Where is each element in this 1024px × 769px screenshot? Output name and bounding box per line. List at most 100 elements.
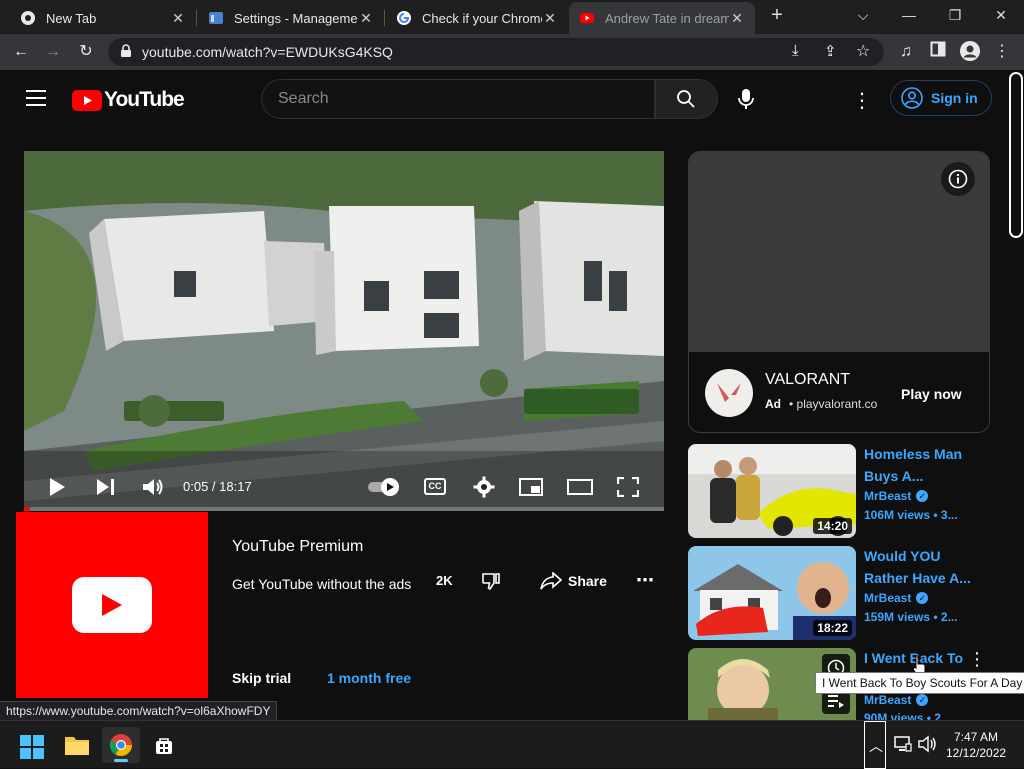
related-thumbnail[interactable]: 14:20 bbox=[688, 444, 856, 538]
page-scrollbar-thumb[interactable] bbox=[1009, 72, 1023, 238]
related-channel[interactable]: MrBeast ✓ bbox=[864, 489, 929, 503]
share-button[interactable]: Share bbox=[540, 572, 607, 590]
lock-icon[interactable] bbox=[120, 44, 132, 63]
settings-menu-icon[interactable]: ⋮ bbox=[852, 88, 872, 113]
play-icon bbox=[50, 478, 65, 496]
volume-tray-icon[interactable] bbox=[918, 735, 938, 758]
google-icon bbox=[396, 10, 412, 26]
like-count[interactable]: 2K bbox=[436, 573, 453, 588]
sign-in-button[interactable]: Sign in bbox=[890, 80, 992, 116]
progress-bar[interactable] bbox=[24, 507, 664, 511]
network-icon[interactable] bbox=[894, 735, 912, 758]
premium-title: YouTube Premium bbox=[232, 538, 364, 555]
related-channel[interactable]: MrBeast ✓ bbox=[864, 591, 929, 605]
chrome-taskbar-button[interactable] bbox=[102, 727, 140, 763]
forward-arrow-icon[interactable]: → bbox=[42, 41, 64, 63]
premium-thumbnail[interactable] bbox=[16, 512, 208, 698]
tab-youtube-active[interactable]: Andrew Tate in dream A ✕ bbox=[569, 2, 755, 34]
skip-next-icon bbox=[97, 479, 114, 495]
close-tab-icon[interactable]: ✕ bbox=[170, 10, 186, 27]
back-arrow-icon[interactable]: ← bbox=[10, 41, 32, 63]
hamburger-menu-icon[interactable] bbox=[26, 90, 46, 106]
miniplayer-icon bbox=[519, 478, 543, 496]
browser-menu-icon[interactable]: ⋮ bbox=[991, 41, 1013, 63]
more-actions-icon[interactable]: ⋯ bbox=[636, 570, 654, 591]
minimize-icon[interactable]: — bbox=[894, 4, 924, 26]
video-frame bbox=[24, 151, 664, 511]
settings-page-icon bbox=[208, 10, 224, 26]
search-button[interactable] bbox=[655, 79, 718, 119]
ad-domain-text: playvalorant.co bbox=[796, 397, 878, 411]
close-tab-icon[interactable]: ✕ bbox=[542, 10, 558, 27]
subtitles-button[interactable]: CC bbox=[424, 478, 446, 495]
dislike-button[interactable] bbox=[481, 571, 501, 596]
new-tab-button[interactable]: + bbox=[762, 4, 792, 26]
media-control-icon[interactable]: ♫ bbox=[895, 41, 917, 63]
autoplay-toggle[interactable] bbox=[367, 477, 401, 502]
install-app-icon[interactable]: ⤓ bbox=[792, 42, 799, 59]
side-panel-icon[interactable] bbox=[927, 41, 949, 63]
ad-card[interactable]: VALORANT Ad • playvalorant.co Play now bbox=[688, 151, 990, 433]
video-menu-icon[interactable]: ⋮ bbox=[968, 649, 986, 670]
tab-new-tab[interactable]: New Tab ✕ bbox=[10, 2, 196, 34]
video-player[interactable]: 0:05 / 18:17 CC bbox=[24, 151, 664, 511]
skip-trial-button[interactable]: Skip trial bbox=[232, 670, 291, 686]
duration-badge: 14:20 bbox=[813, 518, 852, 534]
related-thumbnail[interactable]: 18:22 bbox=[688, 546, 856, 640]
file-explorer-button[interactable] bbox=[64, 734, 90, 761]
theater-mode-button[interactable] bbox=[567, 479, 593, 500]
logo-text: YouTube bbox=[104, 88, 185, 111]
volume-button[interactable] bbox=[142, 477, 164, 502]
verified-badge-icon: ✓ bbox=[916, 592, 929, 604]
tab-separator bbox=[196, 10, 197, 26]
next-video-button[interactable] bbox=[96, 478, 116, 501]
bookmark-star-icon[interactable]: ☆ bbox=[856, 41, 870, 61]
close-tab-icon[interactable]: ✕ bbox=[729, 10, 745, 27]
account-icon bbox=[901, 87, 923, 109]
settings-button[interactable] bbox=[473, 476, 495, 503]
ad-info-button[interactable] bbox=[941, 162, 975, 196]
ad-brand[interactable]: VALORANT bbox=[765, 371, 850, 389]
clock[interactable]: 7:47 AM 12/12/2022 bbox=[946, 729, 1006, 761]
settings-gear-icon bbox=[473, 476, 495, 498]
thumbs-down-icon bbox=[482, 573, 500, 591]
related-title[interactable]: Homeless Man Buys A... bbox=[864, 443, 984, 487]
ad-badge: Ad bbox=[765, 397, 781, 411]
duration-badge: 18:22 bbox=[813, 620, 852, 636]
related-channel[interactable]: MrBeast ✓ bbox=[864, 693, 929, 707]
share-label: Share bbox=[568, 573, 607, 589]
show-hidden-icons-button[interactable]: ︿ bbox=[864, 721, 886, 769]
reload-icon[interactable]: ↻ bbox=[75, 41, 97, 63]
tab-title: Settings - Management bbox=[234, 10, 358, 26]
ad-cta-button[interactable]: Play now bbox=[901, 386, 962, 402]
profile-avatar-icon[interactable] bbox=[959, 41, 981, 63]
chrome-icon bbox=[20, 10, 36, 26]
free-trial-button[interactable]: 1 month free bbox=[327, 670, 411, 686]
tab-check-chrome[interactable]: Check if your Chrome b ✕ bbox=[386, 2, 568, 34]
tab-title: Check if your Chrome b bbox=[422, 10, 542, 26]
tab-search-chevron-icon[interactable]: ⌵ bbox=[848, 4, 878, 26]
play-button[interactable] bbox=[48, 477, 66, 502]
tab-settings[interactable]: Settings - Management ✕ bbox=[198, 2, 384, 34]
tab-title: New Tab bbox=[46, 10, 97, 26]
restore-icon[interactable]: ❐ bbox=[940, 4, 970, 26]
address-bar[interactable]: youtube.com/watch?v=EWDUKsG4KSQ ⤓ ⇪ ☆ bbox=[108, 38, 884, 66]
autoplay-icon bbox=[368, 478, 399, 496]
close-window-icon[interactable]: ✕ bbox=[986, 4, 1016, 26]
sign-in-label: Sign in bbox=[931, 90, 978, 106]
fullscreen-button[interactable] bbox=[616, 476, 640, 502]
start-button[interactable] bbox=[20, 735, 44, 764]
miniplayer-button[interactable] bbox=[519, 478, 543, 501]
store-button[interactable] bbox=[155, 737, 173, 760]
title-tooltip: I Went Back To Boy Scouts For A Day bbox=[815, 672, 1024, 694]
voice-search-icon[interactable] bbox=[736, 88, 756, 115]
youtube-logo[interactable]: YouTube bbox=[72, 88, 185, 112]
youtube-play-logo-icon bbox=[72, 577, 152, 633]
verified-badge-icon: ✓ bbox=[916, 490, 929, 502]
related-title[interactable]: Would YOU Rather Have A... bbox=[864, 545, 984, 589]
search-input[interactable]: Search bbox=[261, 79, 655, 119]
url-text[interactable]: youtube.com/watch?v=EWDUKsG4KSQ bbox=[142, 44, 393, 60]
time-display: 0:05 / 18:17 bbox=[183, 479, 252, 494]
close-tab-icon[interactable]: ✕ bbox=[358, 10, 374, 27]
share-page-icon[interactable]: ⇪ bbox=[824, 42, 837, 60]
